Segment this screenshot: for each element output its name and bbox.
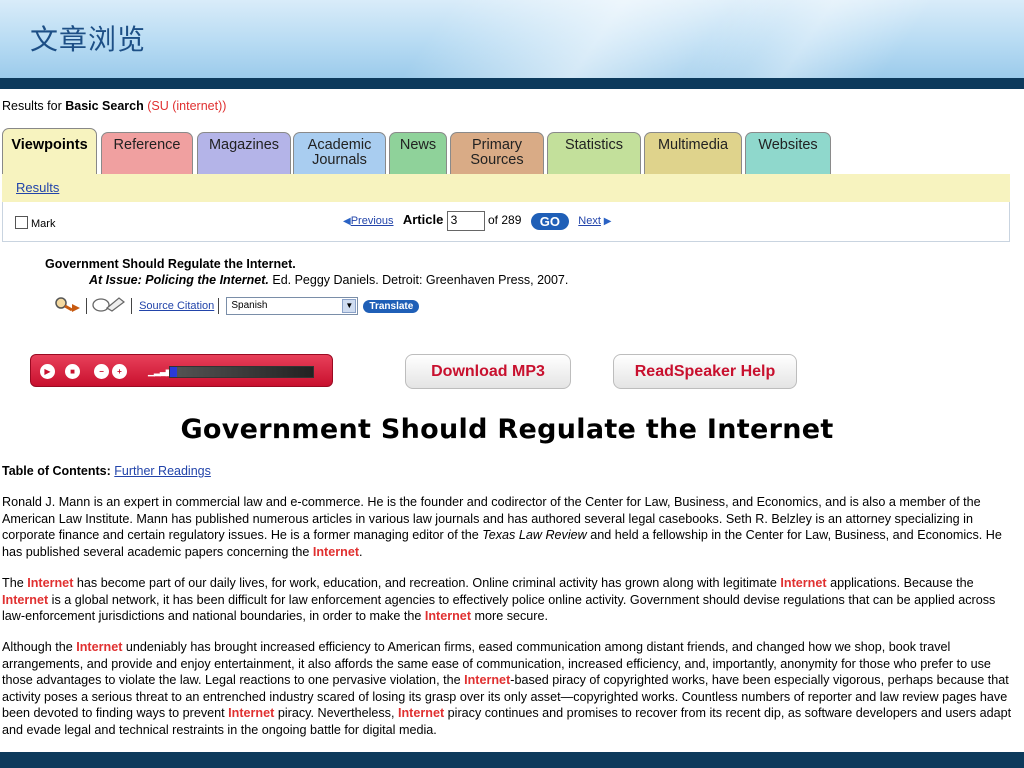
tab-statistics[interactable]: Statistics: [547, 132, 641, 174]
highlight-pen-icon[interactable]: [91, 296, 127, 316]
italic-title: Texas Law Review: [482, 528, 587, 542]
playback-progress-fill: [170, 367, 177, 377]
checkbox-icon[interactable]: [15, 216, 28, 229]
slide-header: 文章浏览: [0, 0, 1024, 78]
tab-subnav: Results: [2, 174, 1010, 202]
body-paragraph: Although the Internet undeniably has bro…: [2, 640, 1012, 737]
tool-separator: [218, 298, 220, 314]
search-query: (SU (internet)): [147, 99, 227, 113]
language-selected: Spanish: [231, 300, 268, 311]
search-term-highlight: Internet: [464, 673, 511, 687]
citation-source: At Issue: Policing the Internet. Ed. Peg…: [89, 273, 568, 287]
tab-primary-sources[interactable]: Primary Sources: [450, 132, 544, 174]
tab-reference[interactable]: Reference: [101, 132, 193, 174]
body-paragraph: Ronald J. Mann is an expert in commercia…: [2, 495, 1002, 559]
play-icon[interactable]: ▶: [40, 364, 55, 379]
previous-link[interactable]: Previous: [351, 215, 394, 227]
search-term-highlight: Internet: [780, 576, 827, 590]
article-tools: Source Citation Spanish ▼ Translate: [52, 296, 420, 316]
volume-up-icon[interactable]: +: [112, 364, 127, 379]
further-readings-link[interactable]: Further Readings: [114, 464, 211, 478]
tab-viewpoints[interactable]: Viewpoints: [2, 128, 97, 174]
footer-bar: [0, 752, 1024, 768]
search-mode: Basic Search: [65, 99, 144, 113]
go-button[interactable]: GO: [530, 212, 569, 230]
search-term-highlight: Internet: [27, 576, 74, 590]
search-magnifier-icon[interactable]: [52, 296, 82, 316]
search-term-highlight: Internet: [2, 592, 49, 607]
article-label: Article: [402, 212, 444, 228]
document-heading: Government Should Regulate the Internet: [180, 414, 834, 445]
screenshot-content: Results for Basic Search (SU (internet))…: [0, 89, 1024, 752]
tab-multimedia[interactable]: Multimedia: [644, 132, 742, 174]
table-of-contents: Table of Contents: Further Readings: [2, 464, 211, 478]
content-type-tabs: Viewpoints Reference Magazines Academic Jour…: [2, 128, 1012, 174]
readspeaker-help-button[interactable]: ReadSpeaker Help: [613, 354, 797, 389]
volume-down-icon[interactable]: −: [94, 364, 109, 379]
tab-magazines[interactable]: Magazines: [197, 132, 291, 174]
article-number-input[interactable]: 3: [446, 211, 485, 231]
citation-title: Government Should Regulate the Internet.: [45, 257, 296, 271]
header-divider-bar: [0, 78, 1024, 89]
previous-arrow-icon[interactable]: ◀: [343, 216, 351, 227]
language-select[interactable]: Spanish ▼: [226, 297, 359, 315]
search-term-highlight: Internet: [312, 544, 360, 559]
slide-title: 文章浏览: [30, 23, 147, 56]
results-summary: Results for Basic Search (SU (internet)): [2, 99, 226, 113]
playback-progress-bar[interactable]: [169, 366, 314, 378]
search-term-highlight: Internet: [397, 706, 445, 720]
stop-icon[interactable]: ■: [65, 364, 80, 379]
tab-websites[interactable]: Websites: [745, 132, 831, 174]
article-total: of 289: [488, 213, 522, 228]
tool-separator: [86, 298, 87, 314]
chevron-down-icon[interactable]: ▼: [342, 299, 357, 313]
download-mp3-button[interactable]: Download MP3: [405, 354, 571, 389]
body-paragraph: The Internet has become part of our dail…: [2, 576, 996, 623]
citation-source-title: At Issue: Policing the Internet.: [89, 273, 269, 287]
source-citation-link[interactable]: Source Citation: [139, 300, 214, 312]
search-term-highlight: Internet: [228, 706, 275, 720]
search-term-highlight: Internet: [76, 640, 123, 654]
tab-academic-journals[interactable]: Academic Journals: [293, 132, 386, 174]
tool-separator: [131, 298, 132, 314]
citation-source-details: Ed. Peggy Daniels. Detroit: Greenhaven P…: [268, 273, 569, 287]
article-pager: ◀Previous Article 3 of 289 GO Next ▶: [343, 211, 611, 231]
next-arrow-icon[interactable]: ▶: [601, 216, 612, 227]
translate-button[interactable]: Translate: [363, 299, 420, 313]
readspeaker-player: ▶ ■ − + ▁▂▃▅: [30, 354, 333, 387]
article-navigation: Mark ◀Previous Article 3 of 289 GO Next …: [2, 202, 1010, 242]
toc-label: Table of Contents:: [2, 464, 111, 478]
tab-news[interactable]: News: [389, 132, 447, 174]
results-link[interactable]: Results: [16, 180, 59, 195]
results-prefix: Results for: [2, 99, 66, 113]
next-link[interactable]: Next: [578, 215, 601, 227]
mark-checkbox[interactable]: Mark: [15, 216, 55, 230]
article-citation: Government Should Regulate the Internet.…: [45, 257, 568, 287]
mark-label: Mark: [31, 218, 56, 230]
search-term-highlight: Internet: [424, 609, 472, 623]
